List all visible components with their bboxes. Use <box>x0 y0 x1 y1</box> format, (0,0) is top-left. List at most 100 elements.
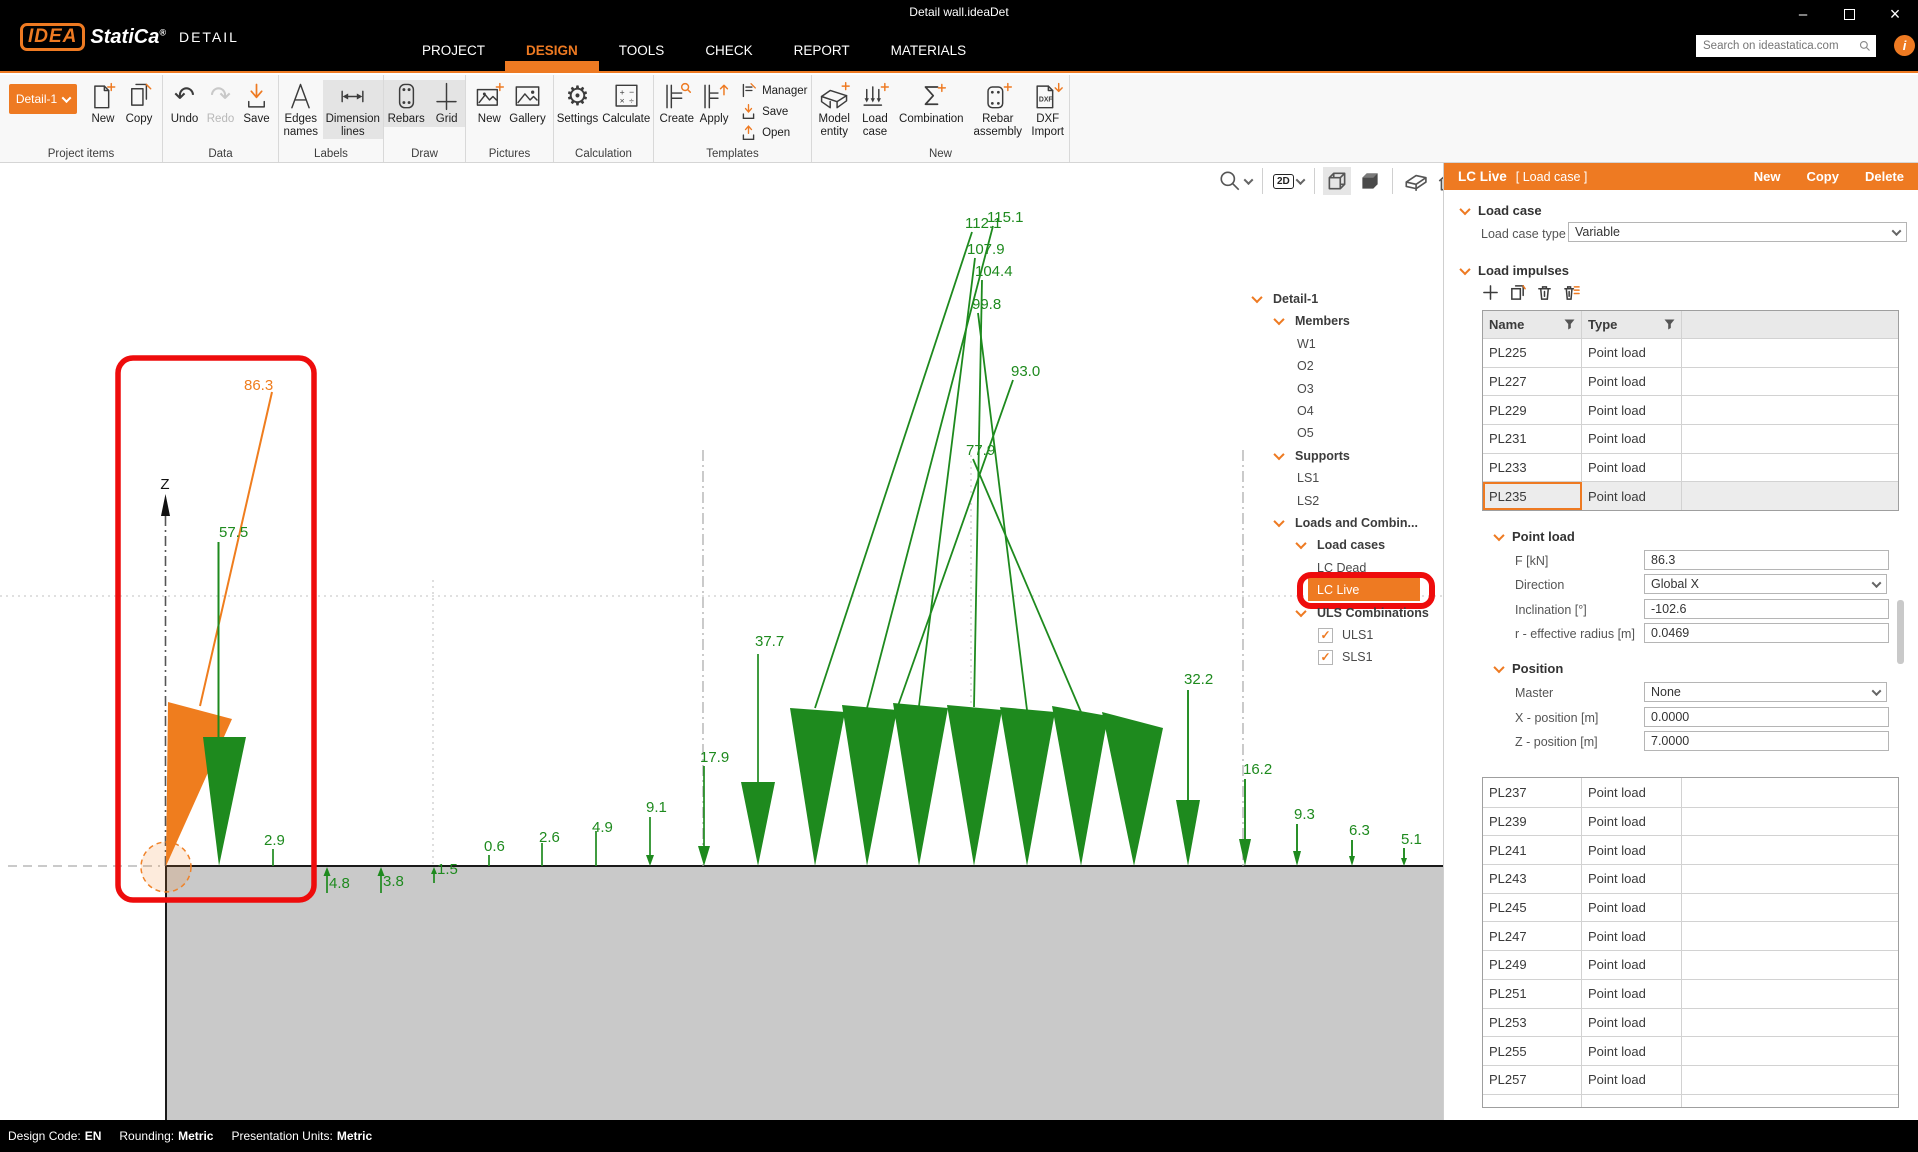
copy-project-item-button[interactable]: Copy <box>121 80 157 127</box>
table-row-pl233[interactable]: PL233Point load <box>1483 453 1898 482</box>
tree-item-supports[interactable]: Supports <box>1251 445 1446 467</box>
edges-names-button[interactable]: Edges names <box>279 80 323 139</box>
checkbox-uls1[interactable]: ✓ <box>1318 628 1333 643</box>
rebar-assembly-button[interactable]: Rebar assembly <box>969 80 1026 139</box>
info-button[interactable]: i <box>1894 35 1915 56</box>
tree-item-load-cases[interactable]: Load cases <box>1251 534 1446 556</box>
dimension-lines-button[interactable]: Dimension lines <box>323 80 383 139</box>
minimize-button[interactable]: – <box>1780 0 1826 28</box>
section-position[interactable]: Position <box>1495 661 1563 676</box>
new-project-item-button[interactable]: New <box>85 80 121 127</box>
section-clip-button[interactable] <box>1401 167 1429 195</box>
table-row-pl249[interactable]: PL249Point load <box>1483 950 1898 979</box>
model-entity-button[interactable]: Model entity <box>812 80 856 139</box>
table-row-pl235[interactable]: PL235Point load <box>1483 481 1898 510</box>
new-picture-button[interactable]: New <box>471 80 507 127</box>
combination-button[interactable]: Combination <box>893 80 969 127</box>
panel-scrollbar[interactable] <box>1897 600 1904 664</box>
redo-button[interactable]: ↷ Redo <box>203 80 239 127</box>
zoom-tool[interactable] <box>1216 167 1254 195</box>
section-load-impulses[interactable]: Load impulses <box>1461 263 1569 278</box>
tree-item-sls1[interactable]: ✓SLS1 <box>1251 646 1446 668</box>
grid-button[interactable]: Grid <box>428 80 465 127</box>
table-row-pl251[interactable]: PL251Point load <box>1483 979 1898 1008</box>
panel-copy-button[interactable]: Copy <box>1806 169 1839 184</box>
z-position-input[interactable] <box>1644 731 1889 751</box>
filter-funnel-icon[interactable] <box>1664 319 1675 330</box>
settings-button[interactable]: ⚙ Settings <box>555 80 601 127</box>
tree-item-o3[interactable]: O3 <box>1251 378 1446 400</box>
ground-loads[interactable] <box>273 654 775 893</box>
menu-design[interactable]: DESIGN <box>526 43 578 58</box>
f-input[interactable] <box>1644 550 1889 570</box>
close-button[interactable]: × <box>1872 0 1918 28</box>
tree-item-members[interactable]: Members <box>1251 310 1446 332</box>
table-row-pl253[interactable]: PL253Point load <box>1483 1008 1898 1037</box>
tree-item-o2[interactable]: O2 <box>1251 355 1446 377</box>
wireframe-view-button[interactable] <box>1323 167 1351 195</box>
table-row-pl231[interactable]: PL231Point load <box>1483 424 1898 453</box>
rebars-button[interactable]: Rebars <box>384 80 428 127</box>
master-select[interactable]: None <box>1644 682 1887 702</box>
tree-item-lc-dead[interactable]: LC Dead <box>1251 557 1446 579</box>
table-row-pl255[interactable]: PL255Point load <box>1483 1036 1898 1065</box>
table-row-pl237[interactable]: PL237Point load <box>1483 778 1898 807</box>
search-box[interactable] <box>1696 35 1876 57</box>
template-save-button[interactable]: Save <box>740 103 807 120</box>
table-row-pl239[interactable]: PL239Point load <box>1483 807 1898 836</box>
maximize-button[interactable] <box>1826 0 1872 28</box>
tree-item-lc-live[interactable]: LC Live <box>1251 579 1446 601</box>
tree-item-ls1[interactable]: LS1 <box>1251 467 1446 489</box>
dxf-import-button[interactable]: DXF DXF Import <box>1026 80 1069 139</box>
tree-item-o5[interactable]: O5 <box>1251 422 1446 444</box>
tree-item-detail-1[interactable]: Detail-1 <box>1251 288 1446 310</box>
tree-item-uls1[interactable]: ✓ULS1 <box>1251 624 1446 646</box>
table-row-pl229[interactable]: PL229Point load <box>1483 395 1898 424</box>
create-template-button[interactable]: Create <box>658 80 697 127</box>
table-row-pl243[interactable]: PL243Point load <box>1483 864 1898 893</box>
effective-radius-input[interactable] <box>1644 623 1889 643</box>
solid-view-button[interactable] <box>1356 167 1384 195</box>
table-row-pl241[interactable]: PL241Point load <box>1483 835 1898 864</box>
search-input[interactable] <box>1696 39 1859 53</box>
undo-button[interactable]: ↶ Undo <box>167 80 203 127</box>
view-mode-selector[interactable]: 2D <box>1271 172 1306 191</box>
section-point-load[interactable]: Point load <box>1495 529 1575 544</box>
menu-tools[interactable]: TOOLS <box>619 43 665 58</box>
checkbox-sls1[interactable]: ✓ <box>1318 650 1333 665</box>
filter-funnel-icon[interactable] <box>1564 319 1575 330</box>
tree-item-ls2[interactable]: LS2 <box>1251 490 1446 512</box>
save-button[interactable]: Save <box>239 80 275 127</box>
panel-delete-button[interactable]: Delete <box>1865 169 1904 184</box>
x-position-input[interactable] <box>1644 707 1889 727</box>
add-impulse-button[interactable] <box>1482 284 1499 301</box>
project-item-selector[interactable]: Detail-1 <box>9 84 77 114</box>
tree-item-loads-and-combin[interactable]: Loads and Combin... <box>1251 512 1446 534</box>
menu-materials[interactable]: MATERIALS <box>891 43 967 58</box>
table-row-pl245[interactable]: PL245Point load <box>1483 893 1898 922</box>
delete-impulse-button[interactable] <box>1536 284 1553 301</box>
tree-item-o4[interactable]: O4 <box>1251 400 1446 422</box>
table-row-pl247[interactable]: PL247Point load <box>1483 921 1898 950</box>
section-load-case[interactable]: Load case <box>1461 203 1542 218</box>
left-green-load[interactable]: 57.5 <box>203 524 248 866</box>
template-manager-button[interactable]: Manager <box>740 82 807 99</box>
table-row-pl227[interactable]: PL227Point load <box>1483 367 1898 396</box>
tree-item-uls-combinations[interactable]: ULS Combinations <box>1251 602 1446 624</box>
tree-item-w1[interactable]: W1 <box>1251 333 1446 355</box>
inclination-input[interactable] <box>1644 599 1889 619</box>
apply-template-button[interactable]: Apply <box>696 80 732 127</box>
gallery-button[interactable]: Gallery <box>507 80 547 127</box>
menu-report[interactable]: REPORT <box>794 43 850 58</box>
calculate-button[interactable]: +− ×÷ Calculate <box>600 80 652 127</box>
duplicate-impulse-button[interactable] <box>1509 284 1526 301</box>
menu-check[interactable]: CHECK <box>705 43 752 58</box>
menu-project[interactable]: PROJECT <box>422 43 485 58</box>
delete-all-impulses-button[interactable] <box>1563 284 1580 301</box>
table-row-pl257[interactable]: PL257Point load <box>1483 1065 1898 1094</box>
right-loads[interactable] <box>1176 690 1407 866</box>
load-case-button[interactable]: Load case <box>856 80 893 139</box>
template-open-button[interactable]: Open <box>740 124 807 141</box>
table-row-pl225[interactable]: PL225Point load <box>1483 338 1898 367</box>
panel-new-button[interactable]: New <box>1754 169 1781 184</box>
